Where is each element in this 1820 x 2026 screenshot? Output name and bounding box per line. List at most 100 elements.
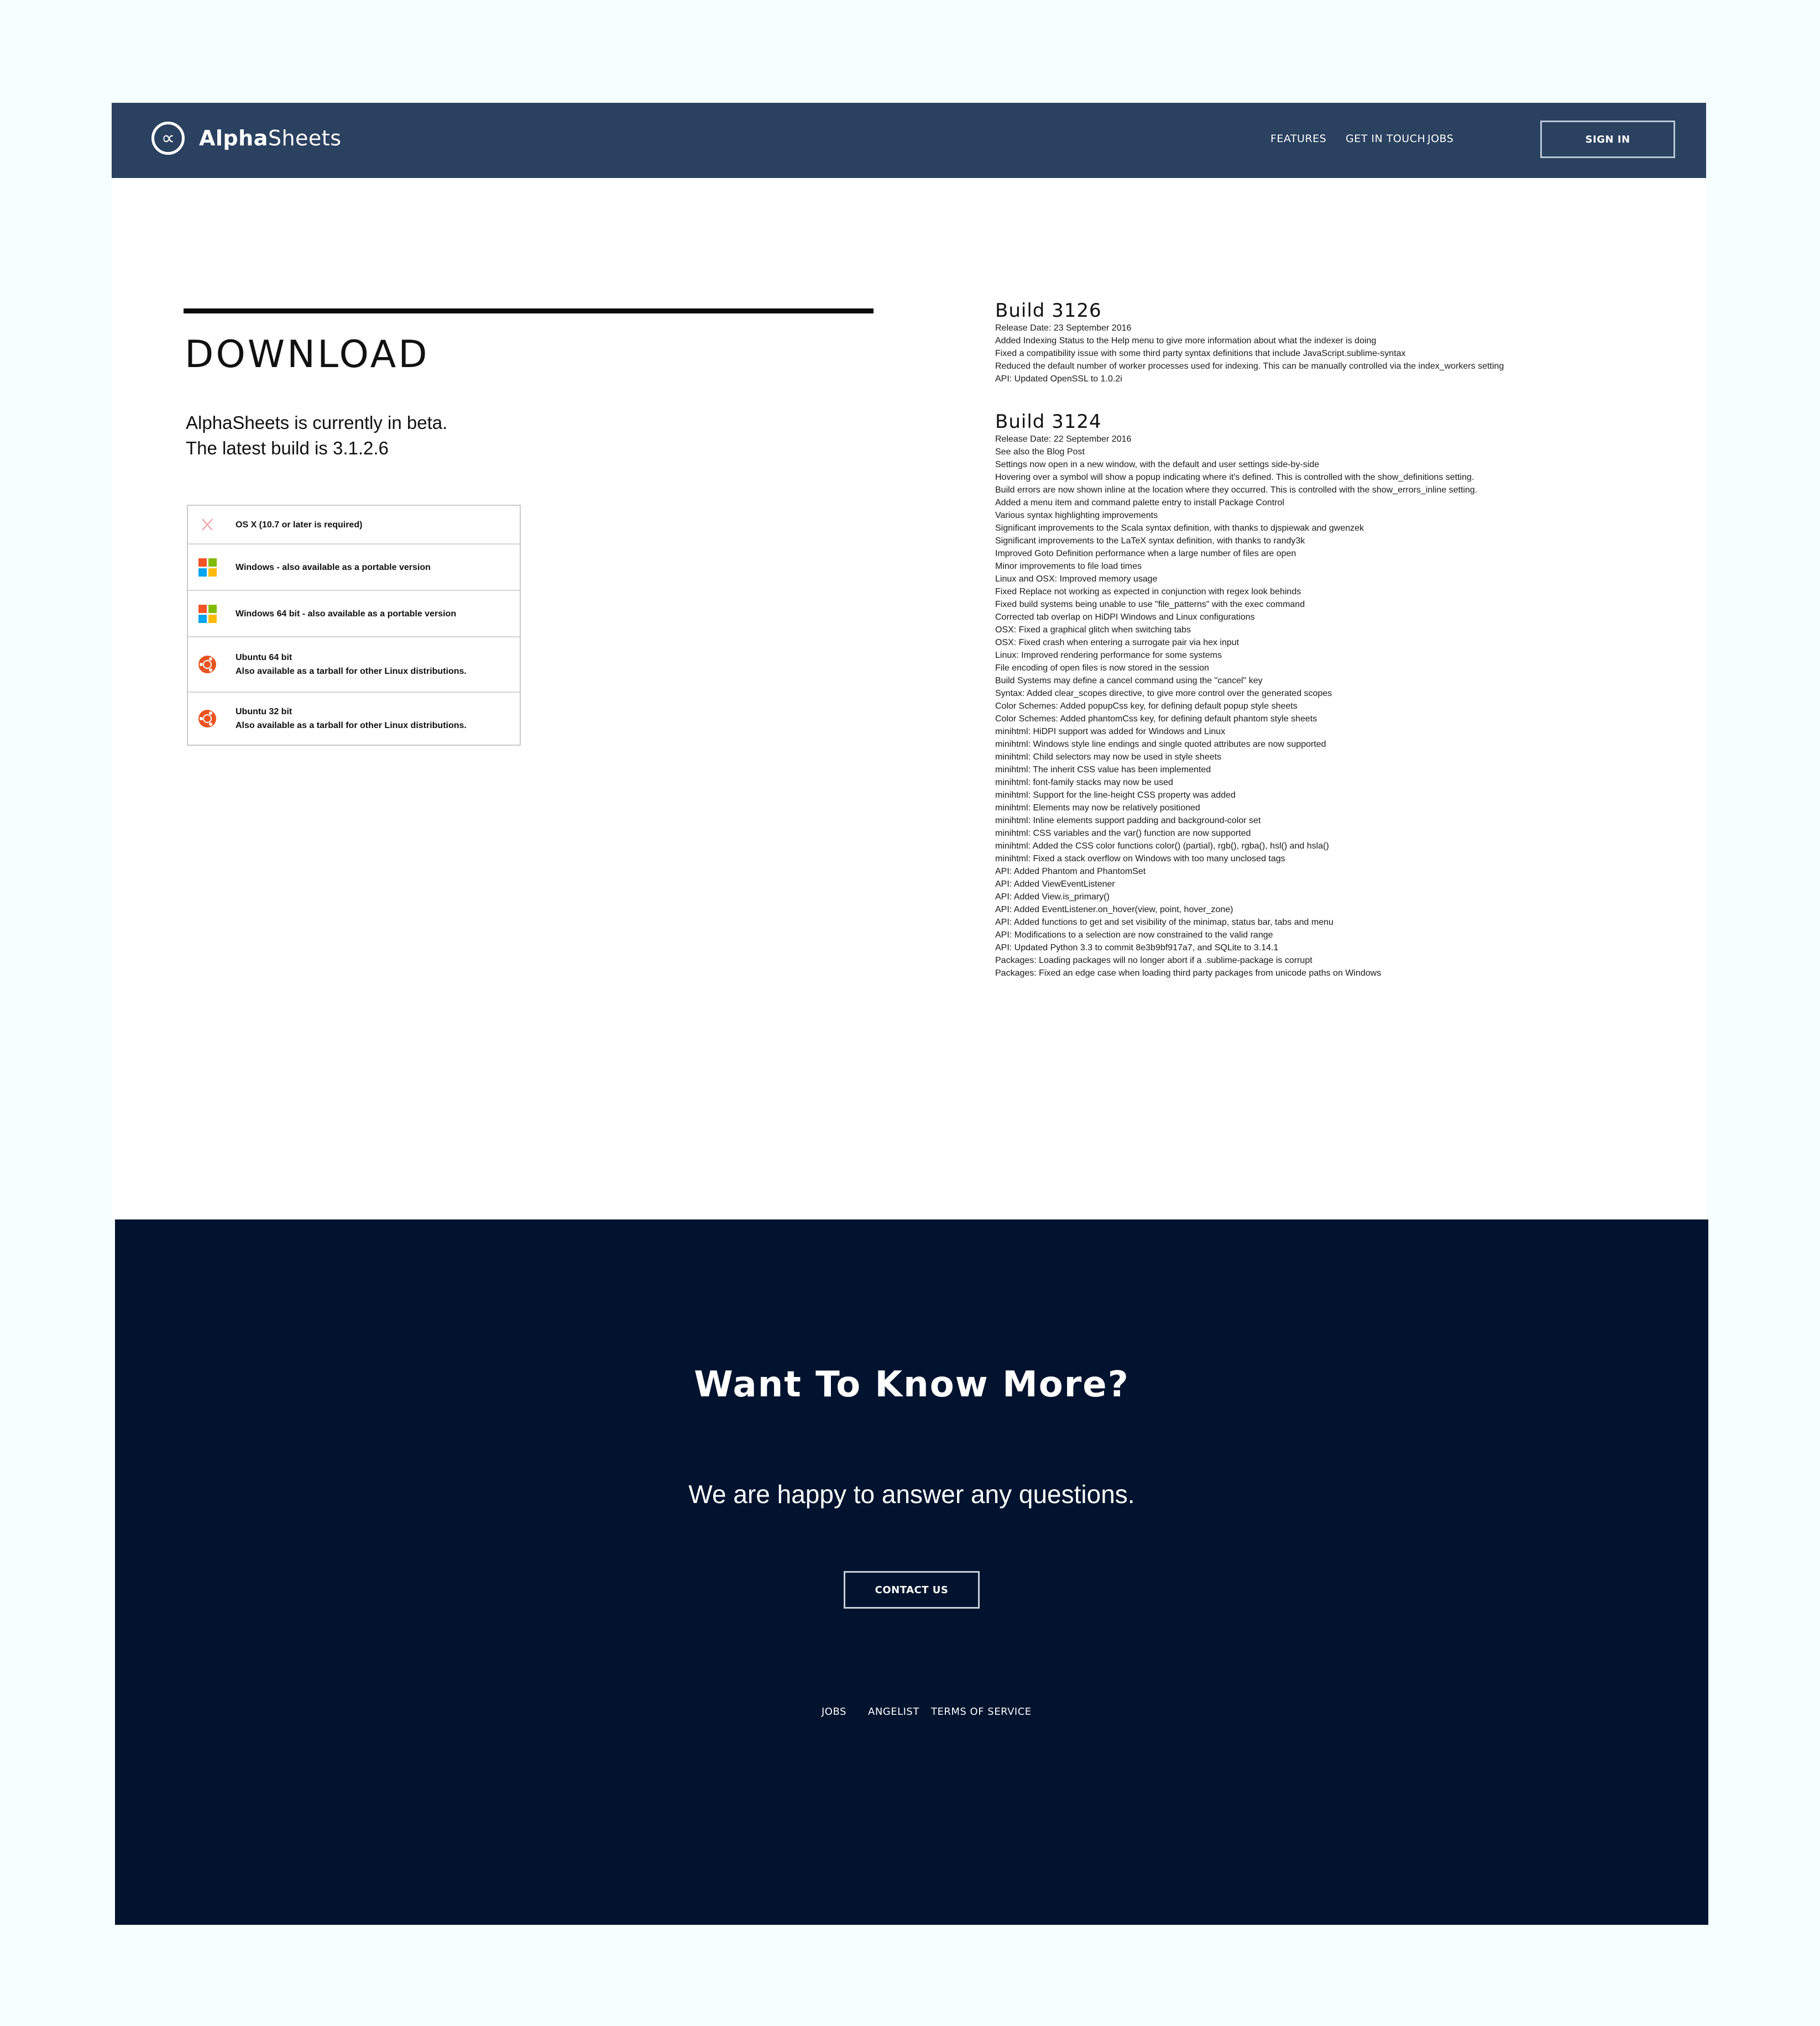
download-list: OS X (10.7 or later is required) Windows… xyxy=(187,505,521,746)
build-note: Linux: Improved rendering performance fo… xyxy=(995,651,1222,660)
footer-heading: Want To Know More? xyxy=(694,1364,1129,1405)
brand-name-bold: Alpha xyxy=(199,126,268,150)
footer: Want To Know More? We are happy to answe… xyxy=(115,1219,1708,1925)
build-note: minihtml: Elements may now be relatively… xyxy=(995,803,1200,813)
build-note: Corrected tab overlap on HiDPI Windows a… xyxy=(995,612,1255,622)
ubuntu-icon xyxy=(198,709,217,728)
build-note: Hovering over a symbol will show a popup… xyxy=(995,473,1474,482)
build-note: API: Added View.is_primary() xyxy=(995,892,1110,902)
nav-get-in-touch-link[interactable]: GET IN TOUCH xyxy=(1346,133,1425,145)
beta-line-2: The latest build is 3.1.2.6 xyxy=(186,438,389,458)
build-note: Settings now open in a new window, with … xyxy=(995,460,1320,469)
build-note: API: Added ViewEventListener xyxy=(995,879,1115,889)
download-title: DOWNLOAD xyxy=(185,333,430,376)
release-date: Release Date: 23 September 2016 xyxy=(995,323,1132,333)
build-note: Significant improvements to the Scala sy… xyxy=(995,523,1364,533)
download-item-windows[interactable]: Windows - also available as a portable v… xyxy=(188,545,520,591)
beta-notice: AlphaSheets is currently in beta. The la… xyxy=(186,410,447,461)
build-note: File encoding of open files is now store… xyxy=(995,663,1209,673)
release-date: Release Date: 22 September 2016 xyxy=(995,434,1132,444)
main-content: DOWNLOAD AlphaSheets is currently in bet… xyxy=(112,178,1706,1219)
footer-link-angelist[interactable]: ANGELIST xyxy=(868,1706,919,1718)
build-note: Various syntax highlighting improvements xyxy=(995,511,1158,520)
build-note: Minor improvements to file load times xyxy=(995,562,1142,571)
build-note: Fixed build systems being unable to use … xyxy=(995,600,1305,609)
build-note: API: Added functions to get and set visi… xyxy=(995,918,1333,927)
download-item-label: OS X (10.7 or later is required) xyxy=(236,518,362,532)
footer-subheading: We are happy to answer any questions. xyxy=(688,1480,1135,1509)
build-note: minihtml: HiDPI support was added for Wi… xyxy=(995,727,1226,736)
build-note: Packages: Loading packages will no longe… xyxy=(995,956,1312,965)
download-item-line1: Windows - also available as a portable v… xyxy=(236,562,431,572)
build-block: Build 3126 Release Date: 23 September 20… xyxy=(995,300,1631,385)
top-nav: ∝ AlphaSheets FEATURES GET IN TOUCH JOBS… xyxy=(112,103,1706,178)
download-item-line2: Also available as a tarball for other Li… xyxy=(236,721,467,730)
nav-jobs-link[interactable]: JOBS xyxy=(1427,133,1453,145)
build-note: Improved Goto Definition performance whe… xyxy=(995,549,1296,558)
build-note: minihtml: Support for the line-height CS… xyxy=(995,790,1236,800)
build-note: minihtml: font-family stacks may now be … xyxy=(995,778,1173,787)
blog-post-link[interactable]: See also the Blog Post xyxy=(995,446,1631,458)
build-lines: Release Date: 23 September 2016 Added In… xyxy=(995,322,1631,385)
build-note: API: Updated Python 3.3 to commit 8e3b9b… xyxy=(995,943,1279,952)
build-title: Build 3126 xyxy=(995,300,1102,322)
download-item-label: Windows 64 bit - also available as a por… xyxy=(236,607,456,621)
brand-logo[interactable]: ∝ AlphaSheets xyxy=(151,122,342,155)
build-note: Build Systems may define a cancel comman… xyxy=(995,676,1263,685)
download-item-line2: Also available as a tarball for other Li… xyxy=(236,667,467,676)
build-note: Fixed Replace not working as expected in… xyxy=(995,587,1301,596)
title-rule xyxy=(184,308,874,313)
build-note: API: Added EventListener.on_hover(view, … xyxy=(995,905,1233,914)
apple-x-icon xyxy=(198,515,217,534)
build-note: Reduced the default number of worker pro… xyxy=(995,362,1504,371)
build-note: Added a menu item and command palette en… xyxy=(995,498,1284,507)
build-note: API: Modifications to a selection are no… xyxy=(995,930,1273,940)
build-note: minihtml: Inline elements support paddin… xyxy=(995,816,1261,825)
build-note: minihtml: Fixed a stack overflow on Wind… xyxy=(995,854,1285,863)
build-note: Syntax: Added clear_scopes directive, to… xyxy=(995,689,1332,698)
download-item-label: Windows - also available as a portable v… xyxy=(236,561,431,574)
download-item-label: Ubuntu 32 bit Also available as a tarbal… xyxy=(236,705,467,732)
build-note: Significant improvements to the LaTeX sy… xyxy=(995,536,1305,546)
build-note: Packages: Fixed an edge case when loadin… xyxy=(995,968,1382,978)
download-item-line1: Ubuntu 64 bit xyxy=(236,653,292,662)
download-item-ubuntu-32[interactable]: Ubuntu 32 bit Also available as a tarbal… xyxy=(188,693,520,745)
download-item-label: Ubuntu 64 bit Also available as a tarbal… xyxy=(236,651,467,678)
footer-link-terms[interactable]: TERMS OF SERVICE xyxy=(931,1706,1032,1718)
alpha-logo-icon: ∝ xyxy=(151,122,185,155)
build-note: Added Indexing Status to the Help menu t… xyxy=(995,336,1377,345)
brand-name: AlphaSheets xyxy=(199,126,342,150)
contact-us-button[interactable]: CONTACT US xyxy=(844,1571,980,1609)
build-note: minihtml: Child selectors may now be use… xyxy=(995,752,1222,762)
build-note: API: Updated OpenSSL to 1.0.2i xyxy=(995,374,1122,384)
build-note: minihtml: CSS variables and the var() fu… xyxy=(995,829,1251,838)
download-item-ubuntu-64[interactable]: Ubuntu 64 bit Also available as a tarbal… xyxy=(188,637,520,693)
build-notes: Build 3126 Release Date: 23 September 20… xyxy=(995,300,1631,980)
download-item-osx[interactable]: OS X (10.7 or later is required) xyxy=(188,506,520,545)
download-item-windows-64[interactable]: Windows 64 bit - also available as a por… xyxy=(188,591,520,637)
sign-in-button[interactable]: SIGN IN xyxy=(1540,121,1675,158)
build-lines: Release Date: 22 September 2016 See also… xyxy=(995,433,1631,980)
build-note: Color Schemes: Added phantomCss key, for… xyxy=(995,714,1317,724)
build-note: minihtml: Windows style line endings and… xyxy=(995,740,1326,749)
nav-features-link[interactable]: FEATURES xyxy=(1270,133,1326,145)
build-note: minihtml: The inherit CSS value has been… xyxy=(995,765,1211,774)
download-item-line1: Windows 64 bit - also available as a por… xyxy=(236,609,457,619)
windows-icon xyxy=(198,604,217,623)
windows-icon xyxy=(198,558,217,577)
brand-name-rest: Sheets xyxy=(268,126,342,150)
build-note: Linux and OSX: Improved memory usage xyxy=(995,574,1158,584)
page-frame: ∝ AlphaSheets FEATURES GET IN TOUCH JOBS… xyxy=(112,103,1708,1925)
footer-link-jobs[interactable]: JOBS xyxy=(822,1706,846,1718)
build-note: Build errors are now shown inline at the… xyxy=(995,485,1478,495)
build-note: Color Schemes: Added popupCss key, for d… xyxy=(995,701,1298,711)
build-note: API: Added Phantom and PhantomSet xyxy=(995,867,1146,876)
build-note: OSX: Fixed a graphical glitch when switc… xyxy=(995,625,1191,635)
download-item-line1: Ubuntu 32 bit xyxy=(236,707,292,716)
build-note: OSX: Fixed crash when entering a surroga… xyxy=(995,638,1240,647)
ubuntu-icon xyxy=(198,655,217,674)
build-block: Build 3124 Release Date: 22 September 20… xyxy=(995,411,1631,980)
download-item-line1: OS X (10.7 or later is required) xyxy=(236,520,363,530)
build-note: Fixed a compatibility issue with some th… xyxy=(995,349,1406,358)
beta-line-1: AlphaSheets is currently in beta. xyxy=(186,412,448,433)
